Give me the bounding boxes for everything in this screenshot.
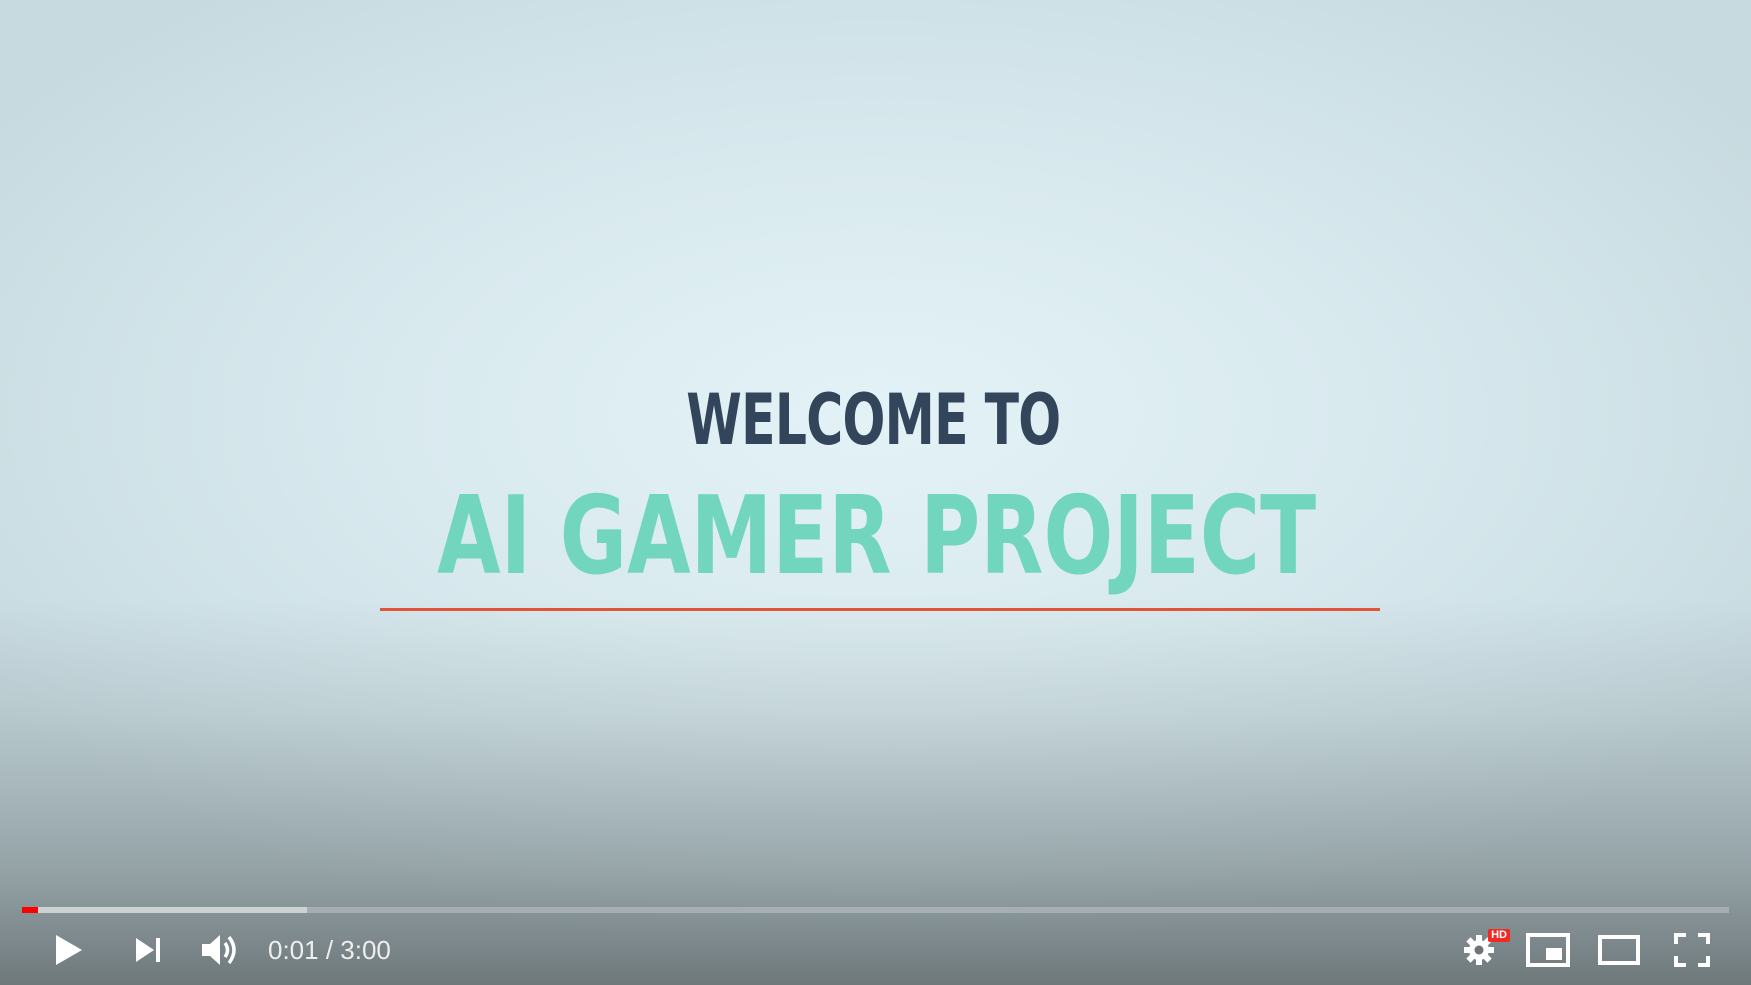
time-display: 0:01 / 3:00 [268, 925, 391, 975]
miniplayer-icon [1526, 933, 1570, 967]
duration: 3:00 [340, 934, 391, 965]
volume-button[interactable] [196, 925, 246, 975]
theater-mode-icon [1598, 935, 1640, 965]
video-player[interactable]: WELCOME TO AI GAMER PROJECT 0:01 / 3:00 … [0, 0, 1751, 985]
progress-bar[interactable] [22, 907, 1729, 913]
welcome-text: WELCOME TO [686, 379, 1061, 461]
miniplayer-button[interactable] [1523, 925, 1573, 975]
title-card: WELCOME TO AI GAMER PROJECT [0, 375, 1751, 597]
current-time: 0:01 [268, 934, 319, 965]
volume-icon [202, 935, 236, 965]
title-underline [380, 608, 1380, 611]
settings-button[interactable]: HD [1454, 925, 1510, 975]
next-icon [136, 938, 160, 962]
hd-badge: HD [1488, 929, 1510, 942]
theater-mode-button[interactable] [1594, 925, 1644, 975]
fullscreen-icon [1674, 933, 1710, 967]
next-button[interactable] [126, 925, 172, 975]
time-separator: / [318, 934, 341, 965]
control-bar: 0:01 / 3:00 HD [0, 925, 1751, 975]
video-frame[interactable]: WELCOME TO AI GAMER PROJECT [0, 0, 1751, 985]
fullscreen-button[interactable] [1667, 925, 1717, 975]
play-icon [56, 935, 82, 965]
progress-played [22, 907, 39, 913]
progress-loaded [22, 907, 308, 913]
project-title: AI GAMER PROJECT [437, 474, 1317, 599]
play-button[interactable] [44, 925, 94, 975]
